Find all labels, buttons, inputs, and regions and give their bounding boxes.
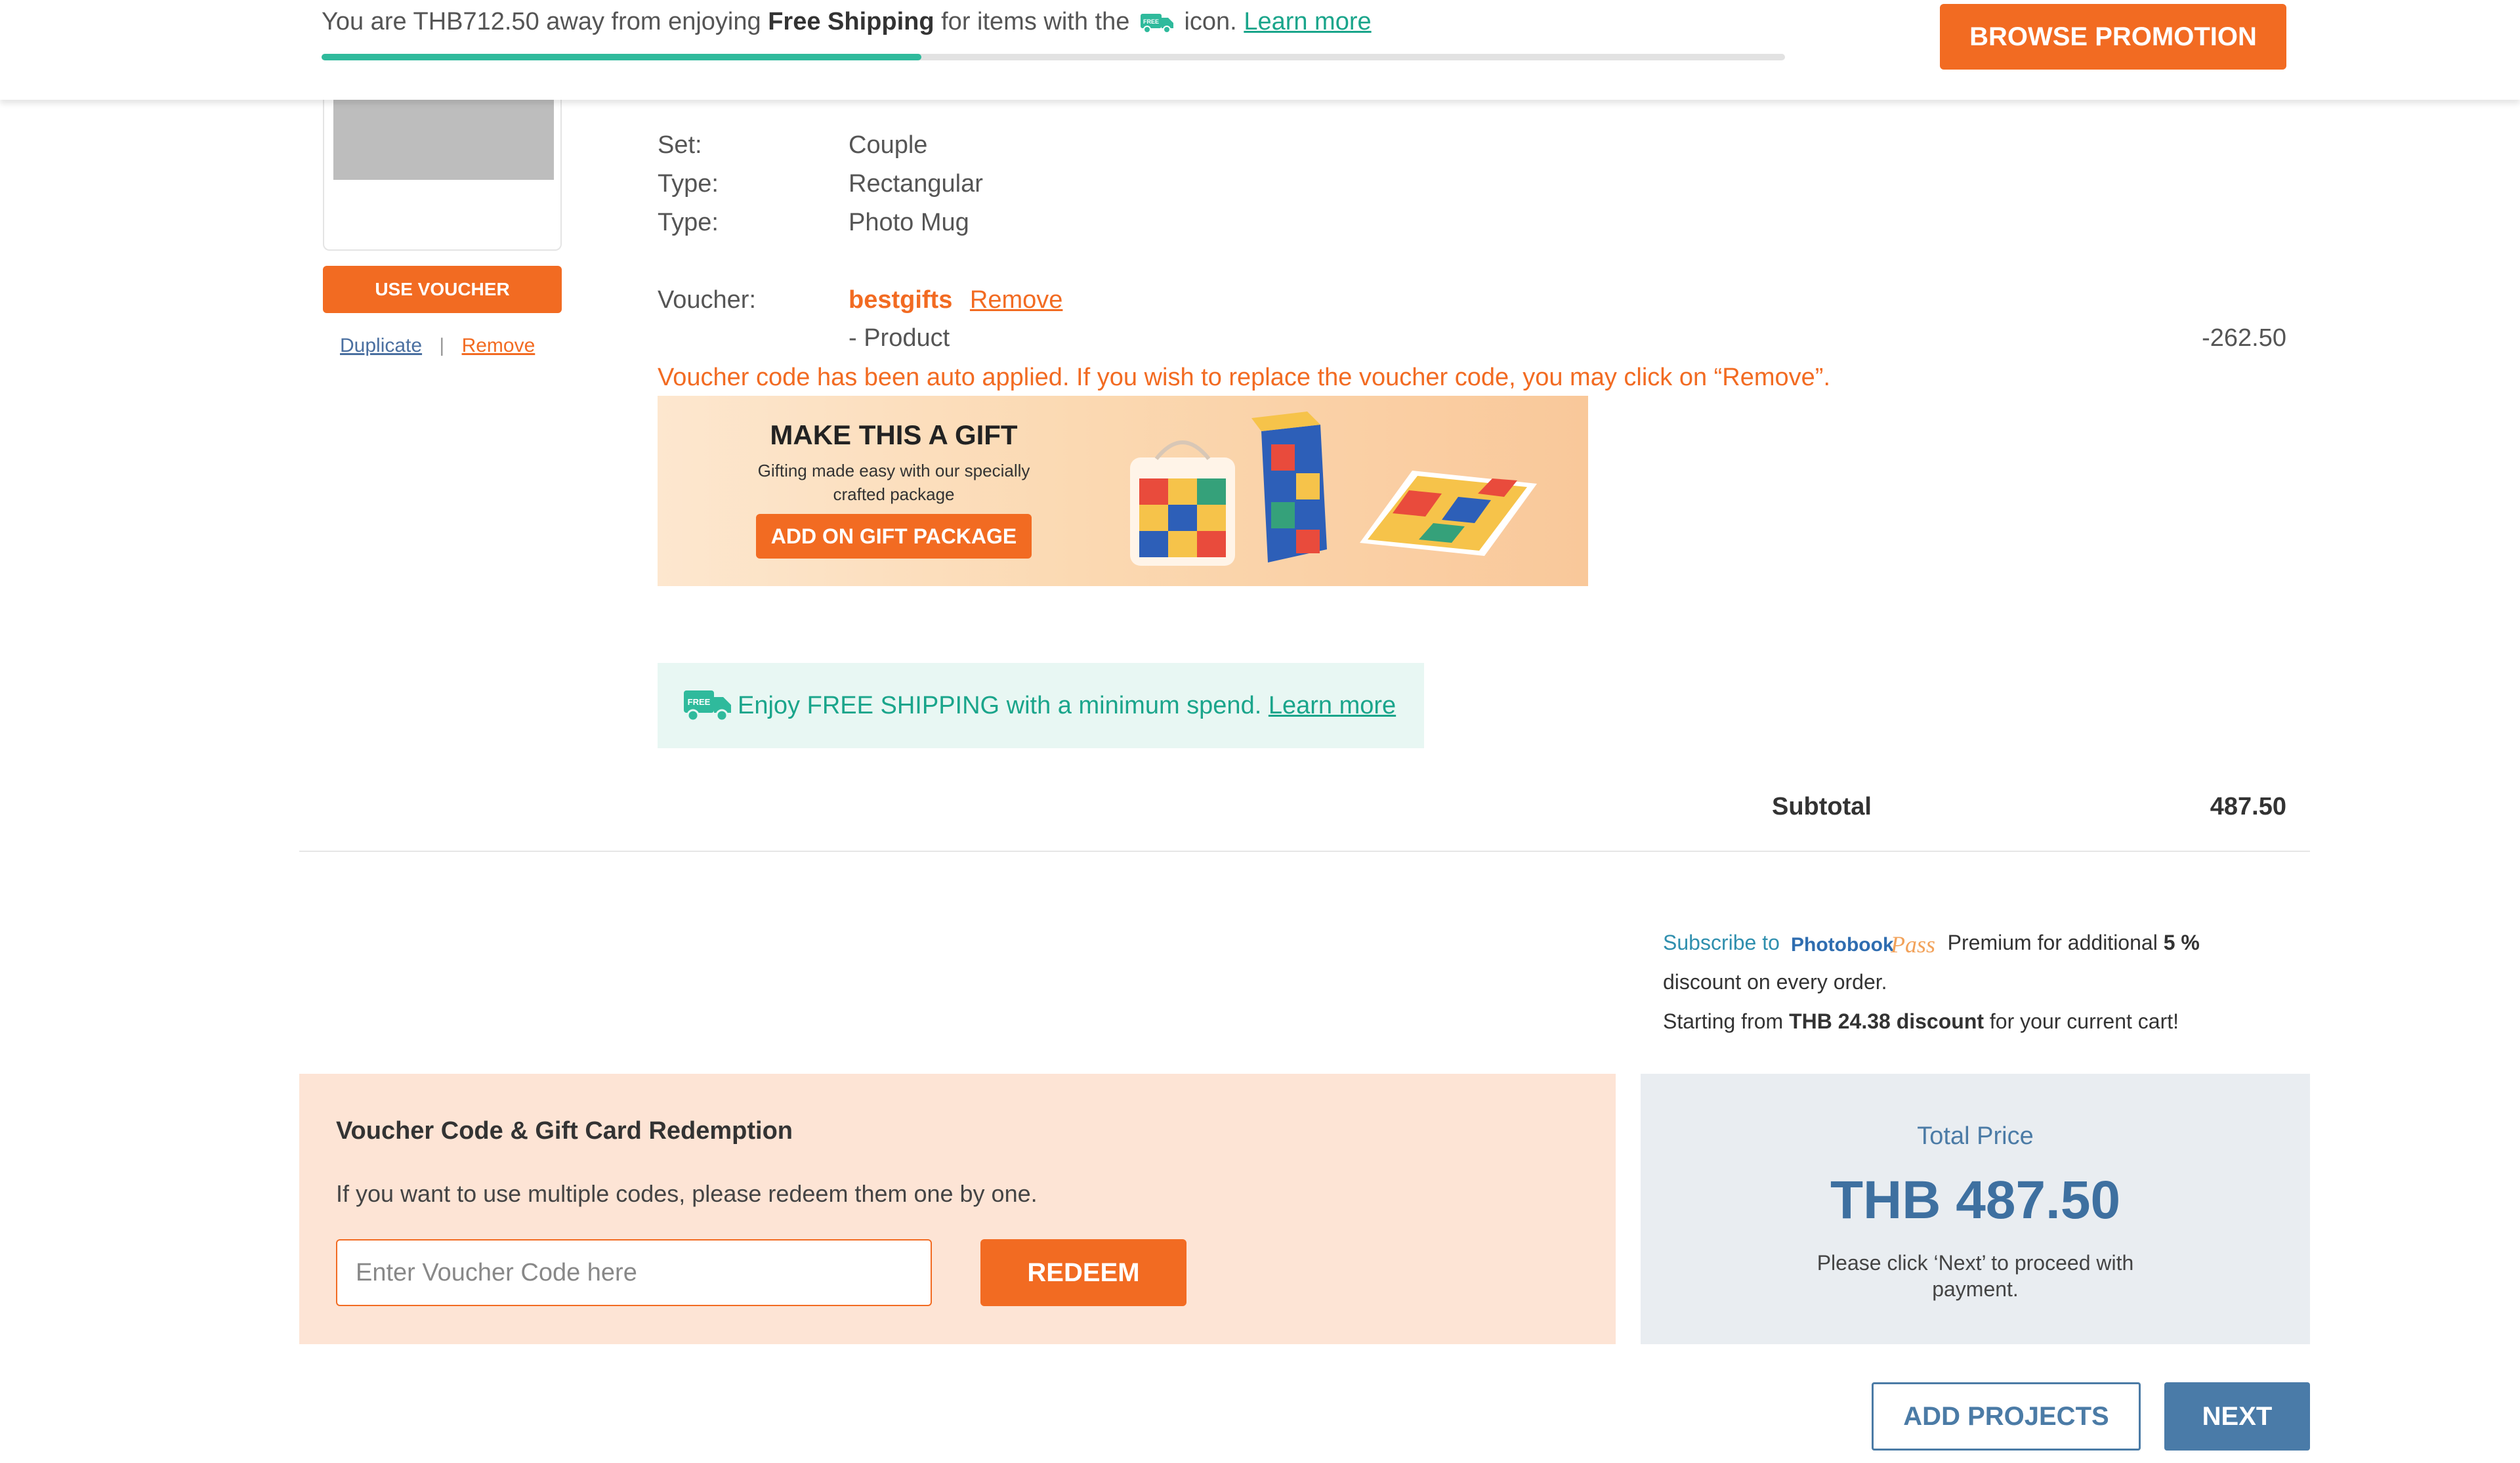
voucher-discount-amount: -262.50: [2202, 324, 2286, 352]
actions-separator: |: [439, 335, 445, 356]
voucher-auto-applied-notice: Voucher code has been auto applied. If y…: [658, 364, 1831, 391]
pass-discount-amount: THB 24.38 discount: [1789, 1009, 1984, 1033]
applied-voucher: bestgifts Remove: [849, 286, 1062, 314]
pass-cart-text: for your current cart!: [1989, 1009, 2179, 1033]
remove-voucher-link[interactable]: Remove: [970, 286, 1063, 314]
redeem-button[interactable]: REDEEM: [980, 1239, 1186, 1306]
free-shipping-truck-icon: FREE: [684, 690, 731, 722]
pass-line-2: discount on every order.: [1663, 970, 1887, 994]
voucher-redemption-subtitle: If you want to use multiple codes, pleas…: [336, 1180, 1038, 1207]
add-projects-button[interactable]: ADD PROJECTS: [1872, 1382, 2141, 1451]
shipping-progress-message: You are THB712.50 away from enjoying Fre…: [322, 8, 1372, 36]
shipping-msg-suffix: icon.: [1184, 8, 1237, 35]
shipping-msg-prefix: You are THB712.50 away from enjoying: [322, 8, 761, 35]
shipping-learn-more-link[interactable]: Learn more: [1244, 8, 1371, 35]
use-voucher-button[interactable]: USE VOUCHER: [323, 266, 562, 313]
pass-percent: 5 %: [2163, 931, 2200, 954]
photobook-pass-promo: Subscribe to Photobook Pass Premium for …: [1663, 923, 2267, 1041]
voucher-product-line: - Product: [849, 324, 950, 352]
svg-text:FREE: FREE: [1143, 18, 1159, 25]
attr-label-type-2: Type:: [658, 209, 719, 236]
total-price-label: Total Price: [1917, 1122, 2034, 1150]
svg-text:Pass: Pass: [1890, 931, 1935, 958]
shipping-progress-fill: [322, 54, 922, 60]
next-button[interactable]: NEXT: [2164, 1382, 2310, 1451]
remove-item-link[interactable]: Remove: [462, 335, 536, 356]
pass-starting-text: Starting from: [1663, 1009, 1784, 1033]
gift-package-banner: MAKE THIS A GIFT Gifting made easy with …: [658, 396, 1588, 586]
shipping-msg-mid: for items with the: [941, 8, 1130, 35]
section-divider: [299, 851, 2310, 852]
free-shipping-truck-icon: FREE: [1140, 14, 1173, 33]
pass-line-1: Subscribe to Photobook Pass Premium for …: [1663, 923, 2267, 962]
subtotal-label: Subtotal: [1772, 793, 1872, 820]
total-price-note: Please click ‘Next’ to proceed with paym…: [1816, 1251, 2134, 1301]
attr-label-type: Type:: [658, 170, 719, 198]
voucher-code-input[interactable]: [336, 1239, 932, 1306]
shipping-progress-bar: [322, 54, 1785, 60]
attr-label-set: Set:: [658, 131, 702, 159]
attr-value-type: Rectangular: [849, 170, 983, 198]
gift-package-illustration: [1130, 412, 1537, 566]
pass-premium-text: Premium for additional: [1947, 931, 2158, 954]
voucher-label: Voucher:: [658, 286, 756, 314]
free-shipping-info-box: FREE Enjoy FREE SHIPPING with a minimum …: [658, 663, 1424, 748]
gift-banner-subtitle: Gifting made easy with our specially cra…: [757, 461, 1030, 504]
voucher-redemption-panel: Voucher Code & Gift Card Redemption If y…: [299, 1074, 1616, 1344]
photobook-pass-logo[interactable]: Photobook Pass: [1788, 927, 1939, 962]
shipping-msg-bold: Free Shipping: [768, 8, 934, 35]
svg-text:Photobook: Photobook: [1791, 934, 1894, 956]
free-shipping-learn-more-link[interactable]: Learn more: [1269, 692, 1396, 719]
pass-line-3: Starting from THB 24.38 discount for you…: [1663, 1002, 2267, 1041]
subtotal-value: 487.50: [2210, 793, 2286, 820]
item-actions: Duplicate | Remove: [340, 335, 535, 357]
attr-value-set: Couple: [849, 131, 928, 159]
svg-text:FREE: FREE: [688, 697, 711, 707]
product-thumbnail-image: [333, 98, 554, 180]
add-gift-package-button[interactable]: ADD ON GIFT PACKAGE: [756, 514, 1032, 559]
browse-promotion-button[interactable]: BROWSE PROMOTION: [1940, 4, 2286, 70]
voucher-code: bestgifts: [849, 286, 953, 314]
total-price-value: THB 487.50: [1830, 1170, 2121, 1230]
duplicate-link[interactable]: Duplicate: [340, 335, 422, 356]
total-price-panel: Total Price THB 487.50 Please click ‘Nex…: [1641, 1074, 2310, 1344]
gift-banner-title: MAKE THIS A GIFT: [770, 419, 1018, 450]
attr-value-type-2: Photo Mug: [849, 209, 969, 236]
free-shipping-text: Enjoy FREE SHIPPING with a minimum spend…: [738, 692, 1262, 719]
free-shipping-bar: You are THB712.50 away from enjoying Fre…: [0, 0, 2520, 100]
free-shipping-message: Enjoy FREE SHIPPING with a minimum spend…: [738, 692, 1396, 720]
voucher-redemption-title: Voucher Code & Gift Card Redemption: [336, 1117, 793, 1145]
pass-subscribe-text: Subscribe to: [1663, 931, 1780, 954]
